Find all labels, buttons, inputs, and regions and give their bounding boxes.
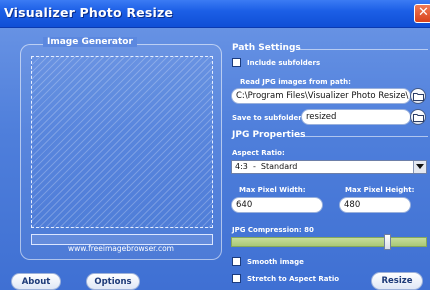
compression-slider-thumb[interactable] bbox=[384, 234, 391, 250]
section-divider bbox=[296, 49, 428, 50]
checkbox-label: Include subfolders bbox=[247, 58, 321, 67]
section-divider bbox=[296, 136, 428, 137]
website-link[interactable]: www.freeimagebrowser.com bbox=[21, 244, 221, 253]
max-height-input[interactable]: 480 bbox=[339, 197, 411, 213]
image-generator-group: Image Generator www.freeimagebrowser.com bbox=[20, 37, 222, 260]
aspect-ratio-value: 4:3 - Standard bbox=[235, 162, 298, 171]
stretch-aspect-checkbox[interactable]: Stretch to Aspect Ratio bbox=[232, 274, 339, 283]
title-bar[interactable]: Visualizer Photo Resize ✕ bbox=[0, 0, 430, 28]
include-subfolders-checkbox[interactable]: Include subfolders bbox=[232, 58, 320, 67]
checkbox-box[interactable] bbox=[232, 257, 241, 266]
compression-slider-track[interactable] bbox=[231, 237, 427, 247]
browse-read-button[interactable] bbox=[410, 88, 426, 104]
app-window: Visualizer Photo Resize ✕ Image Generato… bbox=[0, 0, 430, 290]
folder-icon bbox=[413, 114, 424, 122]
checkbox-box[interactable] bbox=[232, 274, 241, 283]
about-button[interactable]: About bbox=[11, 273, 61, 290]
read-path-label: Read JPG images from path: bbox=[240, 78, 351, 86]
aspect-ratio-select[interactable]: 4:3 - Standard bbox=[231, 160, 427, 174]
max-height-label: Max Pixel Height: bbox=[345, 186, 415, 194]
folder-icon bbox=[413, 93, 424, 101]
browse-save-button[interactable] bbox=[410, 109, 426, 125]
smooth-image-checkbox[interactable]: Smooth image bbox=[232, 257, 304, 266]
max-width-label: Max Pixel Width: bbox=[239, 186, 306, 194]
close-icon: ✕ bbox=[418, 5, 429, 20]
read-path-input[interactable]: C:\Program Files\Visualizer Photo Resize… bbox=[231, 88, 411, 104]
chevron-down-icon bbox=[416, 164, 424, 169]
close-button[interactable]: ✕ bbox=[414, 4, 430, 23]
image-generator-panel: Image Generator www.freeimagebrowser.com bbox=[20, 37, 222, 266]
window-title: Visualizer Photo Resize bbox=[4, 5, 174, 20]
dropdown-arrow[interactable] bbox=[413, 161, 426, 173]
options-button[interactable]: Options bbox=[86, 273, 140, 290]
resize-button[interactable]: Resize bbox=[371, 272, 423, 290]
checkbox-label: Stretch to Aspect Ratio bbox=[247, 274, 340, 283]
aspect-ratio-label: Aspect Ratio: bbox=[232, 149, 285, 157]
save-subfolder-input[interactable]: resized bbox=[301, 109, 411, 125]
path-settings-heading: Path Settings bbox=[232, 43, 301, 53]
checkbox-box[interactable] bbox=[232, 58, 241, 67]
image-generator-title: Image Generator bbox=[43, 37, 137, 47]
save-subfolder-label: Save to subfolder: bbox=[232, 114, 305, 122]
max-width-input[interactable]: 640 bbox=[231, 197, 323, 213]
compression-label: JPG Compression: 80 bbox=[232, 226, 314, 234]
checkbox-label: Smooth image bbox=[247, 257, 304, 266]
image-drop-zone[interactable] bbox=[31, 56, 213, 228]
jpg-properties-heading: JPG Properties bbox=[232, 130, 306, 140]
